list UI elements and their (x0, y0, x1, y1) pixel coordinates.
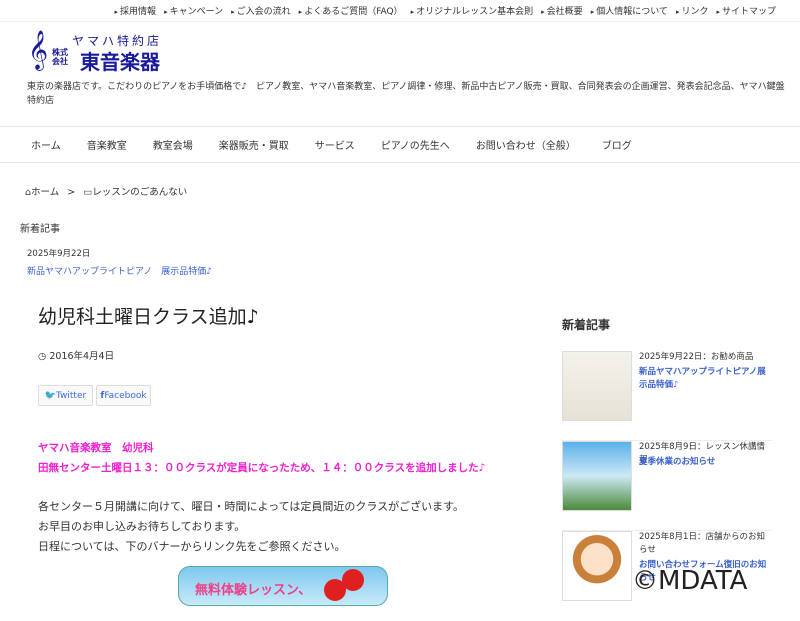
clock-icon: ◷ (38, 351, 50, 362)
post-title: 幼児科土曜日クラス追加♪ (38, 306, 259, 328)
body-line: 各センター５月開講に向けて、曜日・時間によっては定員間近のクラスがございます。 (38, 500, 465, 513)
staff-illustration-thumbnail (562, 531, 632, 601)
top-link[interactable]: よくあるご質問（FAQ） (299, 4, 402, 17)
twitter-share-button[interactable]: 🐦 Twitter (38, 385, 93, 406)
nav-item[interactable]: ブログ (602, 137, 632, 152)
site-logo[interactable]: 𝄞 ヤマハ特約店 株式 会社 東音楽器 (28, 30, 198, 74)
nav-item[interactable]: 楽器販売・買取 (219, 137, 289, 152)
top-link[interactable]: キャンペーン (164, 4, 224, 17)
facebook-share-button[interactable]: f Facebook (96, 385, 151, 406)
main-nav: ホーム 音楽教室 教室会場 楽器販売・買取 サービス ピアノの先生へ お問い合わ… (0, 126, 800, 163)
news-link[interactable]: 新品ヤマハアップライトピアノ 展示品特価♪ (27, 264, 212, 277)
sidebar-post-meta: 2025年9月22日：お勧め商品 (639, 352, 754, 362)
breadcrumb: ⌂ホーム > ▭レッスンのごあんない (25, 184, 187, 198)
top-link[interactable]: オリジナルレッスン基本会則 (411, 4, 533, 17)
breadcrumb-category[interactable]: レッスンのごあんない (92, 187, 187, 198)
sidebar-post[interactable]: 2025年8月9日：レッスン休講情報 夏季休業のお知らせ (562, 441, 772, 531)
nav-item[interactable]: 教室会場 (153, 137, 193, 152)
post-highlight: ヤマハ音楽教室 幼児科 田無センター土曜日１３：００クラスが定員になったため、１… (38, 438, 485, 478)
top-link[interactable]: 採用情報 (115, 4, 156, 17)
top-link[interactable]: 会社概要 (541, 4, 583, 17)
nav-item[interactable]: ホーム (31, 137, 61, 152)
rainbow-thumbnail (562, 441, 632, 511)
body-line: 日程については、下のバナーからリンク先をご参照ください。 (38, 540, 346, 553)
sidebar-post[interactable]: 2025年9月22日：お勧め商品 新品ヤマハアップライトピアノ展示品特価♪ (562, 351, 772, 441)
sidebar-post-link[interactable]: 新品ヤマハアップライトピアノ展示品特価♪ (639, 366, 769, 392)
breadcrumb-home[interactable]: ホーム (31, 187, 59, 198)
utility-links: 採用情報 キャンペーン ご入会の流れ よくあるご質問（FAQ） オリジナルレッス… (0, 0, 800, 22)
news-date: 2025年9月22日 (27, 249, 91, 259)
piano-thumbnail (562, 351, 632, 421)
post-date: ◷ 2016年4月4日 (38, 348, 114, 362)
top-link[interactable]: サイトマップ (716, 4, 776, 17)
highlight-line: 田無センター土曜日１３：００クラスが定員になったため、１４：００クラスを追加しま… (38, 462, 486, 474)
twitter-label: Twitter (56, 390, 87, 401)
treble-clef-icon: 𝄞 (28, 30, 49, 70)
banner-text: 無料体験レッスン、 (195, 583, 312, 598)
watermark: ©MDATA (632, 566, 748, 596)
apple-mascot-icon (342, 569, 364, 591)
post-date-text: 2016年4月4日 (49, 351, 115, 362)
sidebar-post-link[interactable]: 夏季休業のお知らせ (639, 456, 769, 469)
news-heading: 新着記事 (20, 224, 60, 235)
sidebar-post-meta: 2025年8月1日：店舗からのお知らせ (639, 532, 765, 555)
nav-item[interactable]: ピアノの先生へ (381, 137, 450, 152)
highlight-line: ヤマハ音楽教室 幼児科 (38, 442, 154, 454)
trial-lesson-banner[interactable]: 無料体験レッスン、 (178, 566, 388, 606)
news-ticker: 新着記事 2025年9月22日 新品ヤマハアップライトピアノ 展示品特価♪ (20, 220, 212, 277)
breadcrumb-separator: > (67, 187, 76, 198)
top-link[interactable]: 個人情報について (591, 4, 668, 17)
folder-icon: ▭ (83, 187, 93, 198)
logo-name: 東音楽器 (80, 50, 160, 74)
logo-kind: 株式 会社 (52, 48, 68, 66)
body-line: お早目のお申し込みお待ちしております。 (38, 520, 246, 533)
nav-item[interactable]: サービス (315, 137, 355, 152)
sidebar-heading: 新着記事 (562, 318, 611, 332)
post-body: 各センター５月開講に向けて、曜日・時間によっては定員間近のクラスがございます。 … (38, 497, 464, 557)
top-link[interactable]: リンク (676, 4, 708, 17)
nav-item[interactable]: 音楽教室 (87, 137, 127, 152)
top-link[interactable]: ご入会の流れ (231, 4, 291, 17)
site-description: 東京の楽器店です。こだわりのピアノをお手頃価格で♪ ピアノ教室、ヤマハ音楽教室、… (27, 82, 785, 106)
twitter-icon: 🐦 (44, 390, 57, 401)
nav-item[interactable]: お問い合わせ（全般） (476, 137, 576, 152)
facebook-label: Facebook (104, 390, 147, 401)
